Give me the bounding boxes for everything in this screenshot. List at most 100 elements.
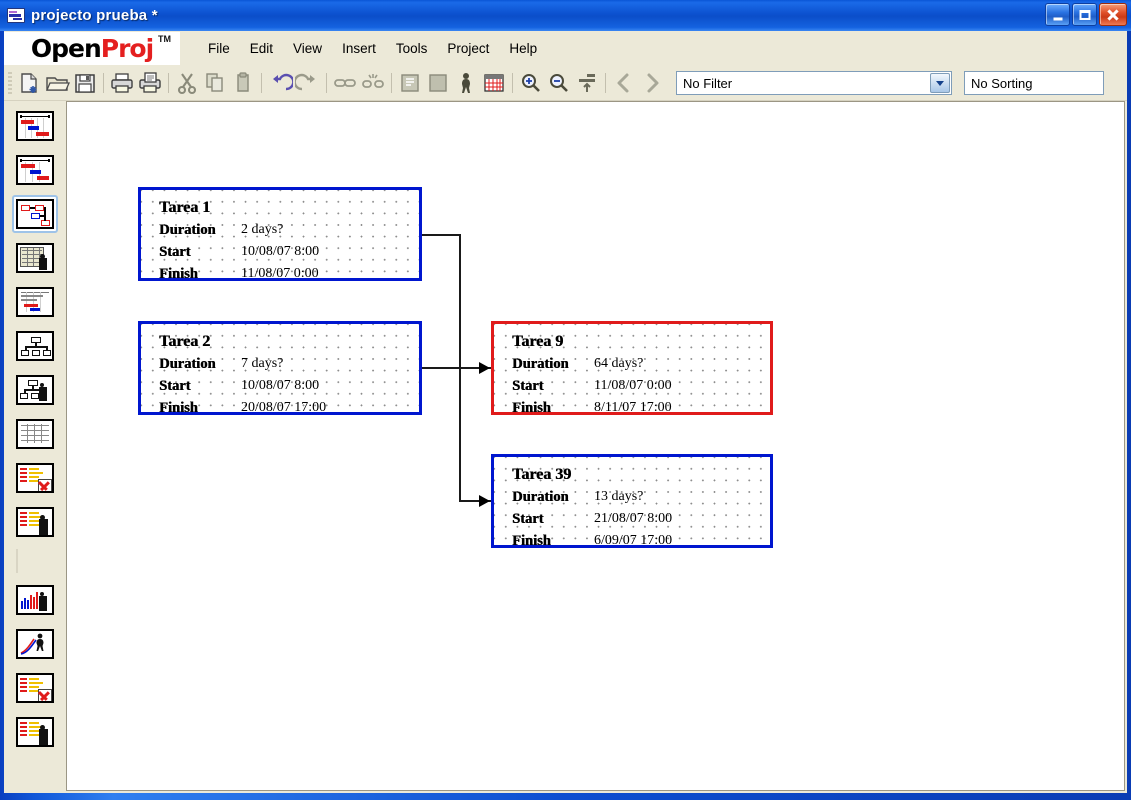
- sorting-dropdown[interactable]: No Sorting: [964, 71, 1104, 95]
- task-node-tarea-2[interactable]: Tarea 2 Duration 7 days? Start 10/08/07 …: [138, 321, 422, 416]
- task-node-start-row: Start 10/08/07 8:00: [141, 241, 419, 263]
- logo-open-text: Open: [30, 34, 102, 63]
- print-icon[interactable]: [109, 70, 135, 96]
- logo-proj-text: Proj: [100, 34, 154, 63]
- zoom-out-icon[interactable]: [546, 70, 572, 96]
- sidebar-item-rbs-view[interactable]: [12, 371, 58, 409]
- zoom-in-icon[interactable]: [518, 70, 544, 96]
- print-preview-icon[interactable]: [137, 70, 163, 96]
- open-project-icon[interactable]: [44, 70, 70, 96]
- resource-list-icon: [16, 717, 54, 747]
- undo-icon[interactable]: [267, 70, 295, 96]
- menu-item-file[interactable]: File: [198, 38, 240, 59]
- sidebar-item-resource-usage-detail-view[interactable]: [12, 459, 58, 497]
- duration-value: 13 days?: [594, 489, 644, 504]
- unlink-tasks-icon[interactable]: [360, 70, 386, 96]
- link-arrowhead: [479, 362, 490, 374]
- sidebar-item-gantt-view[interactable]: [12, 107, 58, 145]
- toolbar-separator: [391, 73, 392, 93]
- maximize-button[interactable]: [1072, 3, 1097, 26]
- logo-tm-mark: TM: [158, 34, 171, 44]
- task-node-start-row: Start 21/08/07 8:00: [494, 508, 770, 530]
- task-node-tarea-1[interactable]: Tarea 1 Duration 2 days? Start 10/08/07 …: [138, 187, 422, 282]
- back-icon[interactable]: [611, 70, 637, 96]
- sidebar-item-task-usage-view[interactable]: [12, 239, 58, 277]
- filter-dropdown[interactable]: No Filter: [676, 71, 952, 95]
- menu-item-help[interactable]: Help: [499, 38, 547, 59]
- cut-icon[interactable]: [174, 70, 200, 96]
- task-name: Tarea 1: [159, 199, 211, 216]
- chevron-down-icon[interactable]: [930, 73, 950, 93]
- task-usage-icon: [16, 243, 54, 273]
- start-label: Start: [159, 243, 191, 260]
- toolbar: No Filter No Sorting: [4, 66, 1127, 101]
- sidebar-item-spreadsheet-view[interactable]: [12, 415, 58, 453]
- toolbar-grip[interactable]: [8, 72, 12, 94]
- start-value: 11/08/07 0:00: [594, 378, 672, 393]
- finish-value: 6/09/07 17:00: [594, 533, 673, 548]
- sidebar-item-wbs-view[interactable]: [12, 327, 58, 365]
- paste-icon[interactable]: [230, 70, 256, 96]
- sidebar-item-histogram-view[interactable]: [12, 581, 58, 619]
- duration-label: Duration: [512, 488, 569, 505]
- duration-label: Duration: [512, 355, 569, 372]
- spreadsheet-icon: [16, 419, 54, 449]
- forward-icon[interactable]: [639, 70, 665, 96]
- close-button[interactable]: [1099, 3, 1127, 26]
- task-node-finish-row: Finish 6/09/07 17:00: [494, 530, 770, 552]
- view-bar-divider: [12, 547, 58, 575]
- task-name: Tarea 39: [512, 466, 572, 483]
- sidebar-item-chart-view[interactable]: [12, 625, 58, 663]
- application-window: projecto prueba * Open Proj TM File Edit …: [0, 0, 1131, 800]
- level-resources-icon[interactable]: [574, 70, 600, 96]
- task-node-name-row: Tarea 9: [494, 331, 770, 353]
- window-controls: [1045, 3, 1127, 26]
- task-node-start-row: Start 11/08/07 0:00: [494, 375, 770, 397]
- duration-value: 64 days?: [594, 356, 644, 371]
- menu-item-edit[interactable]: Edit: [240, 38, 283, 59]
- task-node-name-row: Tarea 2: [141, 331, 419, 353]
- copy-icon[interactable]: [202, 70, 228, 96]
- task-node-duration-row: Duration 2 days?: [141, 219, 419, 241]
- menu-item-view[interactable]: View: [283, 38, 332, 59]
- calendar-icon[interactable]: [481, 70, 507, 96]
- finish-label: Finish: [512, 399, 551, 416]
- menu-item-project[interactable]: Project: [437, 38, 499, 59]
- task-node-tarea-39[interactable]: Tarea 39 Duration 13 days? Start 21/08/0…: [491, 454, 773, 549]
- save-icon[interactable]: [72, 70, 98, 96]
- sidebar-item-tracking-gantt-view[interactable]: [12, 151, 58, 189]
- duration-label: Duration: [159, 355, 216, 372]
- new-project-icon[interactable]: [16, 70, 42, 96]
- link-tasks-icon[interactable]: [332, 70, 358, 96]
- menu-bar: Open Proj TM File Edit View Insert Tools …: [4, 31, 1127, 66]
- sidebar-item-resource-list-view[interactable]: [12, 713, 58, 751]
- gantt-chart-icon: [16, 111, 54, 141]
- sidebar-item-resource-usage-view[interactable]: [12, 503, 58, 541]
- network-diagram-canvas[interactable]: Tarea 1 Duration 2 days? Start 10/08/07 …: [66, 101, 1125, 791]
- menu-item-insert[interactable]: Insert: [332, 38, 386, 59]
- resource-usage-delete-icon: [16, 463, 54, 493]
- sidebar-item-resource-gantt-view[interactable]: [12, 283, 58, 321]
- tracking-gantt-icon: [16, 155, 54, 185]
- duration-label: Duration: [159, 221, 216, 238]
- task-node-name-row: Tarea 1: [141, 197, 419, 219]
- assign-resources-icon[interactable]: [453, 70, 479, 96]
- start-value: 21/08/07 8:00: [594, 511, 673, 526]
- finish-label: Finish: [159, 399, 198, 416]
- outdent-icon[interactable]: [425, 70, 451, 96]
- task-name: Tarea 2: [159, 333, 211, 350]
- link-arrowhead: [479, 495, 490, 507]
- wbs-icon: [16, 331, 54, 361]
- redo-icon[interactable]: [293, 70, 321, 96]
- minimize-button[interactable]: [1045, 3, 1070, 26]
- start-value: 10/08/07 8:00: [241, 244, 320, 259]
- project-file-icon: [7, 8, 25, 23]
- finish-value: 8/11/07 17:00: [594, 400, 672, 415]
- task-node-tarea-9[interactable]: Tarea 9 Duration 64 days? Start 11/08/07…: [491, 321, 773, 416]
- menu-item-tools[interactable]: Tools: [386, 38, 438, 59]
- client-area: Open Proj TM File Edit View Insert Tools …: [4, 31, 1127, 793]
- toolbar-separator: [512, 73, 513, 93]
- sidebar-item-network-diagram-view[interactable]: [12, 195, 58, 233]
- sidebar-item-resource-sheet-view[interactable]: [12, 669, 58, 707]
- indent-icon[interactable]: [397, 70, 423, 96]
